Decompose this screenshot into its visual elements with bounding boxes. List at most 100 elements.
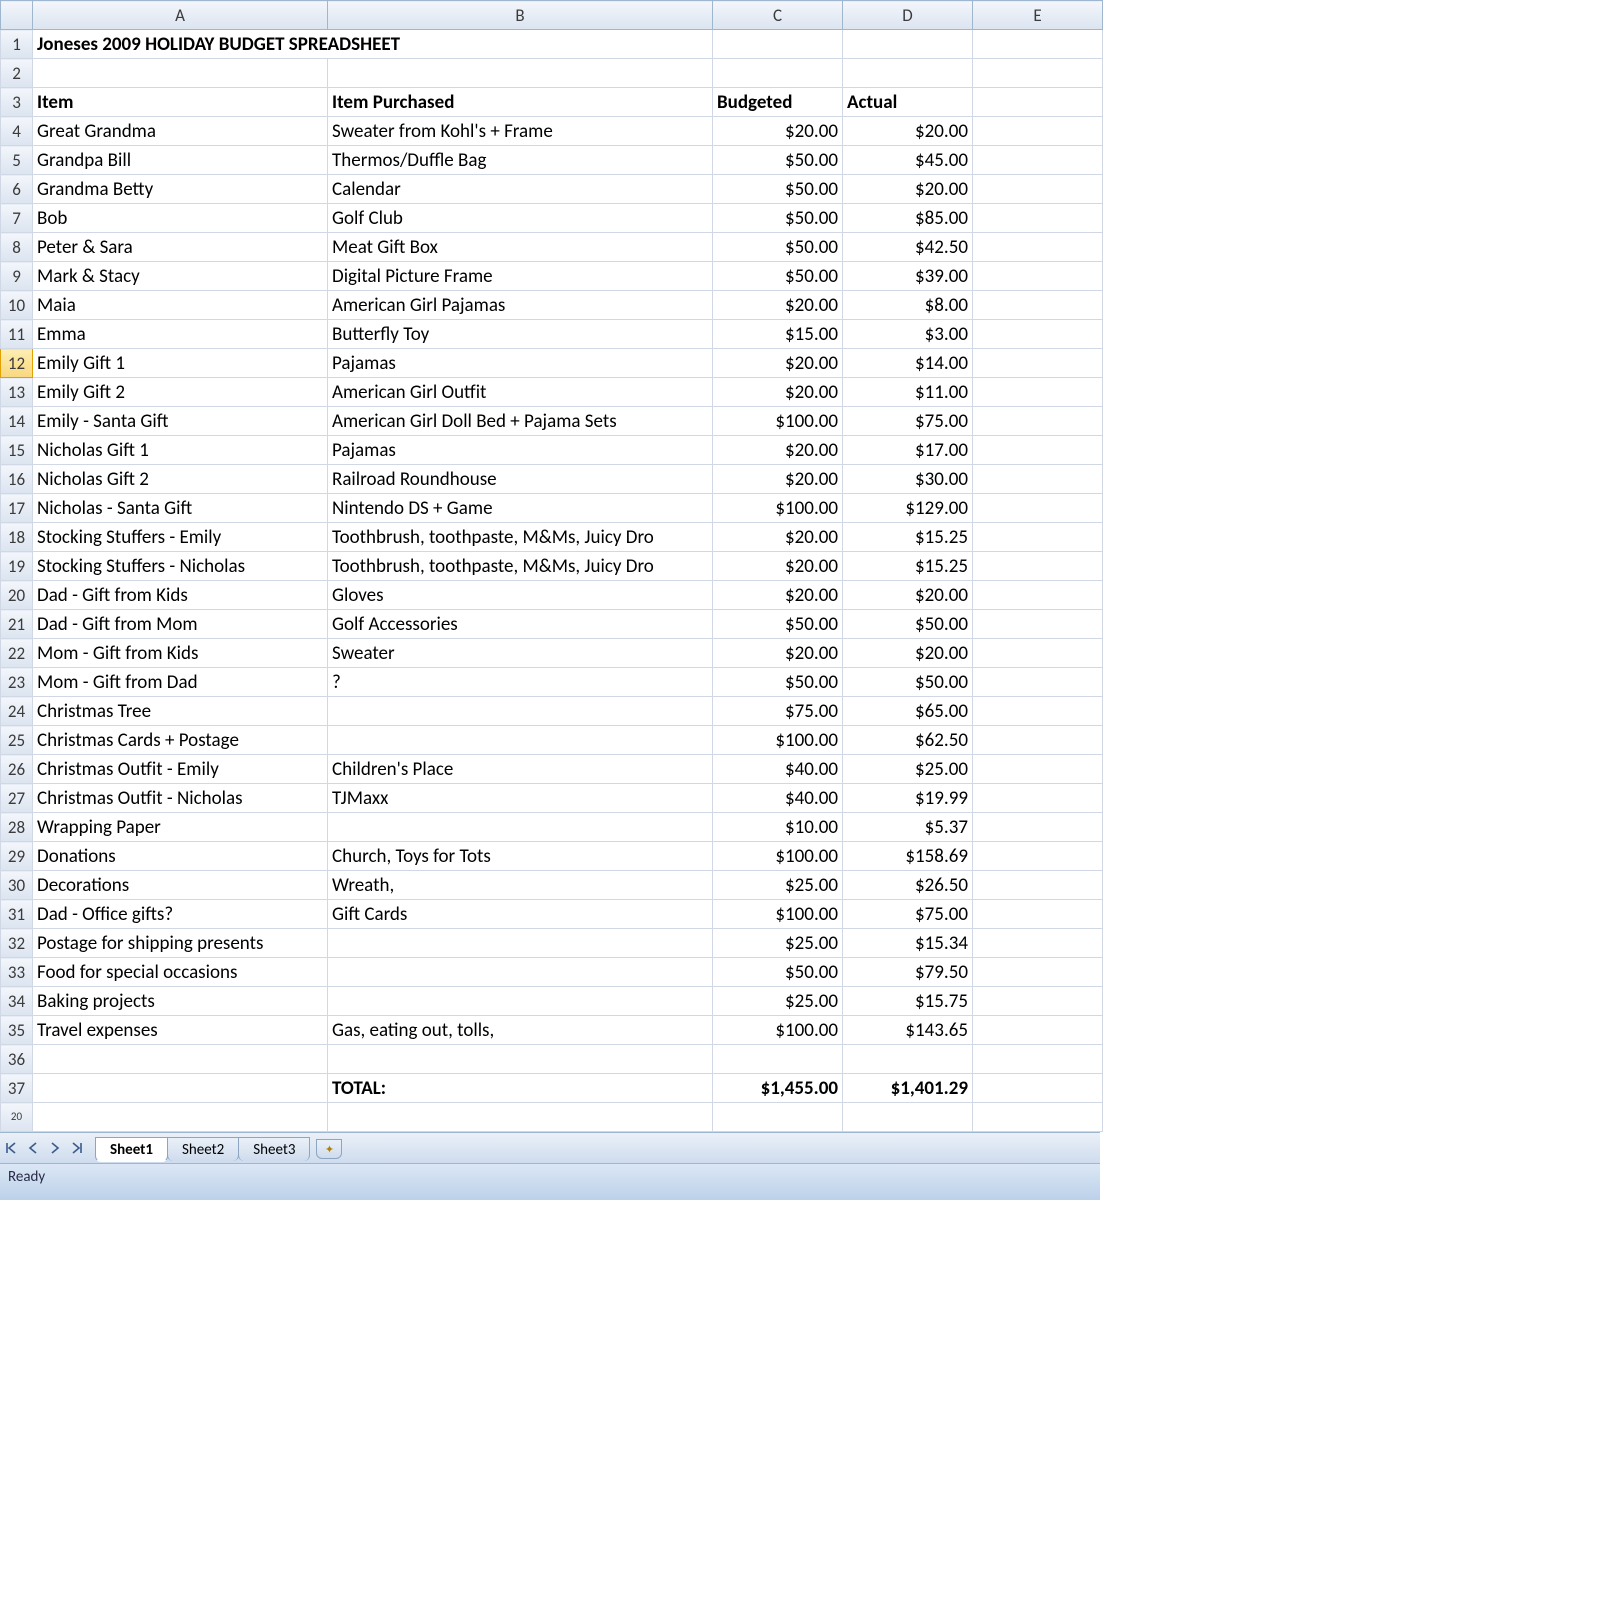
cell-item[interactable]: Grandma Betty <box>33 175 328 204</box>
cell-purchased[interactable]: Calendar <box>328 175 713 204</box>
cell-actual[interactable]: $19.99 <box>843 784 973 813</box>
cell-budgeted[interactable]: $50.00 <box>713 146 843 175</box>
cell-item[interactable]: Food for special occasions <box>33 958 328 987</box>
cell-actual[interactable]: $30.00 <box>843 465 973 494</box>
cell[interactable] <box>973 900 1103 929</box>
cell-budgeted[interactable]: $50.00 <box>713 175 843 204</box>
cell[interactable] <box>843 1045 973 1074</box>
cell[interactable] <box>328 1045 713 1074</box>
cell-actual[interactable]: $11.00 <box>843 378 973 407</box>
cell-purchased[interactable]: Butterfly Toy <box>328 320 713 349</box>
cell-item[interactable]: Mark & Stacy <box>33 262 328 291</box>
cell-purchased[interactable] <box>328 929 713 958</box>
cell-budgeted[interactable]: $25.00 <box>713 987 843 1016</box>
cell[interactable] <box>973 436 1103 465</box>
total-budgeted[interactable]: $1,455.00 <box>713 1074 843 1103</box>
cell[interactable] <box>973 88 1103 117</box>
cell-budgeted[interactable]: $100.00 <box>713 842 843 871</box>
row-header[interactable]: 14 <box>1 407 33 436</box>
cell-actual[interactable]: $20.00 <box>843 175 973 204</box>
row-header[interactable]: 24 <box>1 697 33 726</box>
next-sheet-button[interactable] <box>44 1137 66 1159</box>
row-header[interactable]: 8 <box>1 233 33 262</box>
cell-purchased[interactable]: Railroad Roundhouse <box>328 465 713 494</box>
cell-actual[interactable]: $26.50 <box>843 871 973 900</box>
cell[interactable] <box>973 320 1103 349</box>
cell-actual[interactable]: $65.00 <box>843 697 973 726</box>
row-header[interactable]: 21 <box>1 610 33 639</box>
cell[interactable] <box>973 842 1103 871</box>
cell-item[interactable]: Dad - Gift from Kids <box>33 581 328 610</box>
cell[interactable] <box>328 59 713 88</box>
cell-actual[interactable]: $45.00 <box>843 146 973 175</box>
row-header[interactable]: 27 <box>1 784 33 813</box>
cell-budgeted[interactable]: $100.00 <box>713 494 843 523</box>
cell-purchased[interactable]: Wreath, <box>328 871 713 900</box>
cell-purchased[interactable]: Pajamas <box>328 349 713 378</box>
cell[interactable] <box>973 407 1103 436</box>
cell-purchased[interactable]: Gas, eating out, tolls, <box>328 1016 713 1045</box>
cell-purchased[interactable]: Pajamas <box>328 436 713 465</box>
row-header[interactable]: 16 <box>1 465 33 494</box>
row-header[interactable]: 25 <box>1 726 33 755</box>
cell-purchased[interactable]: Nintendo DS + Game <box>328 494 713 523</box>
last-sheet-button[interactable] <box>66 1137 88 1159</box>
cell-item[interactable]: Maia <box>33 291 328 320</box>
cell-item[interactable]: Postage for shipping presents <box>33 929 328 958</box>
cell-budgeted[interactable]: $20.00 <box>713 117 843 146</box>
select-all-corner[interactable] <box>1 1 33 30</box>
cell-budgeted[interactable]: $100.00 <box>713 900 843 929</box>
cell-actual[interactable]: $143.65 <box>843 1016 973 1045</box>
header-budgeted[interactable]: Budgeted <box>713 88 843 117</box>
cell-actual[interactable]: $79.50 <box>843 958 973 987</box>
cell-item[interactable]: Great Grandma <box>33 117 328 146</box>
cell-purchased[interactable]: Digital Picture Frame <box>328 262 713 291</box>
cell-actual[interactable]: $25.00 <box>843 755 973 784</box>
total-actual[interactable]: $1,401.29 <box>843 1074 973 1103</box>
cell-budgeted[interactable]: $15.00 <box>713 320 843 349</box>
cell-purchased[interactable]: Sweater from Kohl's + Frame <box>328 117 713 146</box>
row-header[interactable]: 26 <box>1 755 33 784</box>
cell-budgeted[interactable]: $50.00 <box>713 958 843 987</box>
cell[interactable] <box>973 378 1103 407</box>
cell-budgeted[interactable]: $20.00 <box>713 291 843 320</box>
row-header[interactable]: 22 <box>1 639 33 668</box>
cell[interactable] <box>973 1074 1103 1103</box>
row-header[interactable]: 29 <box>1 842 33 871</box>
cell-purchased[interactable] <box>328 987 713 1016</box>
col-header-c[interactable]: C <box>713 1 843 30</box>
cell[interactable] <box>973 233 1103 262</box>
cell-budgeted[interactable]: $20.00 <box>713 436 843 465</box>
cell-item[interactable]: Christmas Cards + Postage <box>33 726 328 755</box>
row-header[interactable]: 15 <box>1 436 33 465</box>
row-header[interactable]: 12 <box>1 349 33 378</box>
cell[interactable] <box>973 175 1103 204</box>
new-sheet-button[interactable]: ✦ <box>316 1139 342 1159</box>
cell-item[interactable]: Emma <box>33 320 328 349</box>
cell-budgeted[interactable]: $50.00 <box>713 204 843 233</box>
cell-actual[interactable]: $129.00 <box>843 494 973 523</box>
cell[interactable] <box>973 871 1103 900</box>
cell[interactable] <box>973 465 1103 494</box>
row-header[interactable]: 34 <box>1 987 33 1016</box>
cell-item[interactable]: Emily Gift 2 <box>33 378 328 407</box>
cell-purchased[interactable]: Meat Gift Box <box>328 233 713 262</box>
cell-actual[interactable]: $75.00 <box>843 900 973 929</box>
cell-purchased[interactable]: Church, Toys for Tots <box>328 842 713 871</box>
cell[interactable] <box>973 204 1103 233</box>
row-header[interactable]: 10 <box>1 291 33 320</box>
row-header[interactable]: 20 <box>1 1103 33 1132</box>
tab-sheet1[interactable]: Sheet1 <box>95 1137 168 1162</box>
cell[interactable] <box>973 1103 1103 1132</box>
cell-budgeted[interactable]: $20.00 <box>713 465 843 494</box>
row-header[interactable]: 28 <box>1 813 33 842</box>
cell[interactable] <box>973 146 1103 175</box>
cell[interactable] <box>713 1103 843 1132</box>
row-header[interactable]: 31 <box>1 900 33 929</box>
cell[interactable] <box>973 929 1103 958</box>
cell-budgeted[interactable]: $20.00 <box>713 639 843 668</box>
row-header[interactable]: 6 <box>1 175 33 204</box>
cell[interactable] <box>713 1045 843 1074</box>
cell[interactable] <box>973 523 1103 552</box>
row-header[interactable]: 36 <box>1 1045 33 1074</box>
